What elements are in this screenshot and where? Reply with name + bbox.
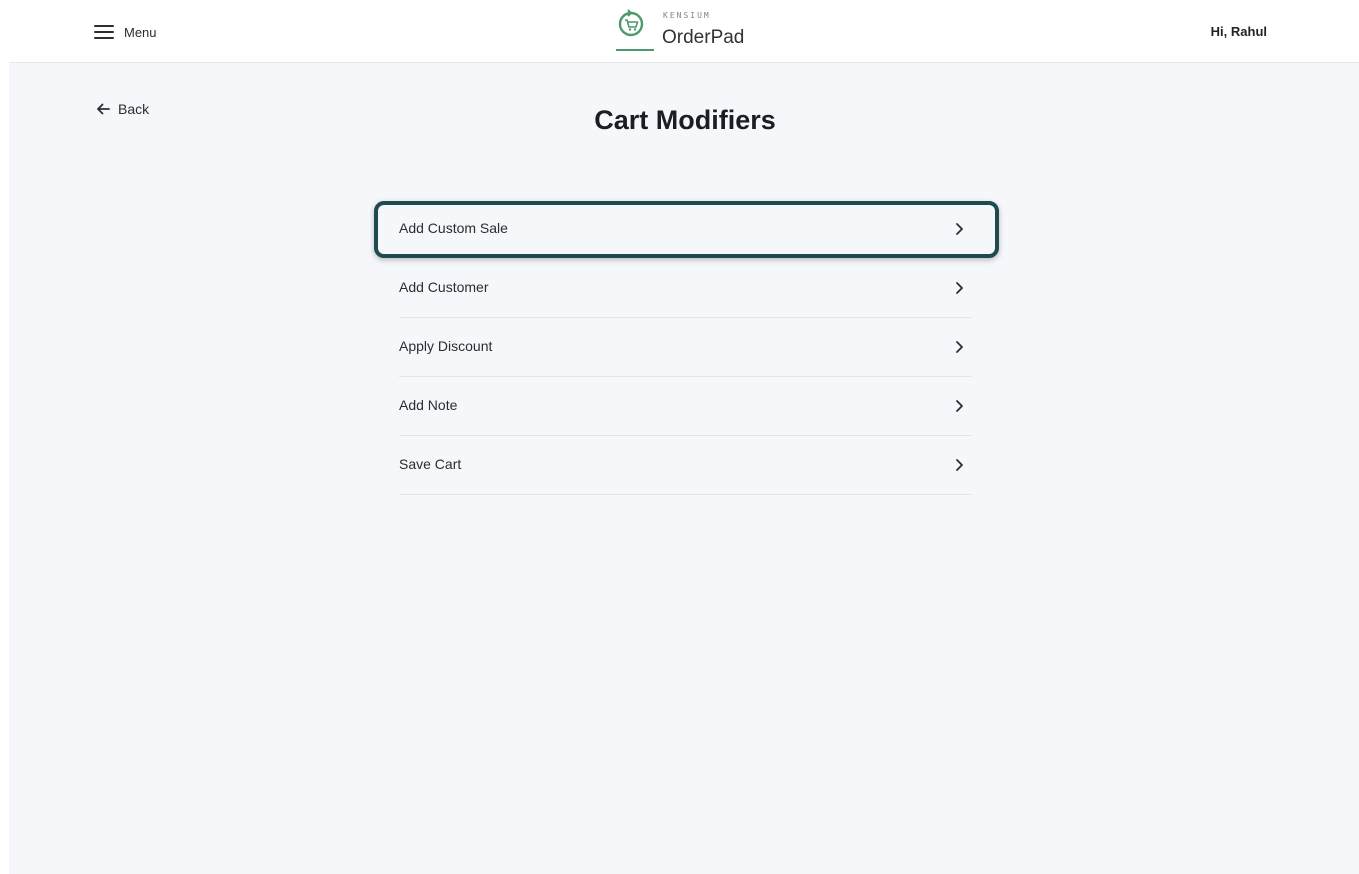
app-frame: Menu KENSIUM OrderPad Hi, Rahul Back Car…: [9, 0, 1359, 874]
top-bar: Menu KENSIUM OrderPad Hi, Rahul: [9, 0, 1359, 63]
page-title: Cart Modifiers: [594, 105, 776, 135]
save-cart-item[interactable]: Save Cart: [399, 436, 972, 495]
chevron-right-icon: [956, 223, 963, 235]
logo-product-name: OrderPad: [662, 27, 745, 48]
hamburger-icon: [94, 25, 114, 39]
menu-button[interactable]: Menu: [94, 21, 157, 43]
logo-company-text: KENSIUM: [663, 11, 711, 20]
chevron-right-icon: [956, 341, 963, 353]
list-item-label: Add Customer: [399, 279, 489, 295]
orderpad-logo: KENSIUM OrderPad: [614, 8, 764, 56]
chevron-right-icon: [956, 400, 963, 412]
add-custom-sale-item[interactable]: Add Custom Sale: [374, 200, 999, 259]
add-note-item[interactable]: Add Note: [399, 377, 972, 436]
list-item-label: Apply Discount: [399, 338, 493, 354]
add-customer-item[interactable]: Add Customer: [399, 259, 972, 318]
list-item-label: Save Cart: [399, 456, 462, 472]
list-item-label: Add Custom Sale: [399, 220, 508, 236]
menu-label: Menu: [124, 24, 157, 40]
list-item-label: Add Note: [399, 397, 458, 413]
chevron-right-icon: [956, 282, 963, 294]
apply-discount-item[interactable]: Apply Discount: [399, 318, 972, 377]
user-greeting: Hi, Rahul: [1210, 24, 1267, 39]
cart-modifier-list: Add Custom Sale Add Customer Apply Disco…: [374, 200, 999, 495]
chevron-right-icon: [956, 459, 963, 471]
cart-logo-icon: [616, 9, 654, 51]
